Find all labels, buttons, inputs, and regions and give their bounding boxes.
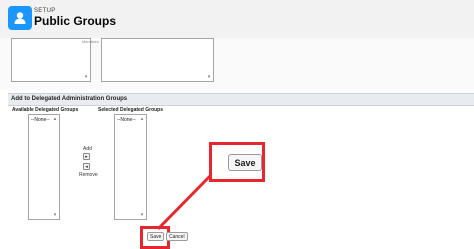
scroll-down-icon[interactable]: ▾ [206,74,212,80]
page-title: Public Groups [34,14,117,28]
section-title: Add to Delegated Administration Groups [11,96,128,102]
scroll-down-icon[interactable]: ▾ [52,212,58,218]
save-button[interactable]: Save [147,232,165,241]
selected-groups-label: Selected Delegated Groups [98,107,164,113]
remove-label: Remove [79,172,98,178]
members-selected-list[interactable]: ▾ [101,38,214,82]
list-item[interactable]: --None-- [31,117,50,123]
page-header: SETUP Public Groups [0,0,474,39]
delegated-section-header: Add to Delegated Administration Groups [8,93,474,106]
members-available-list[interactable]: ▾ [11,38,91,82]
members-label: Members [82,39,99,44]
user-icon [8,6,32,30]
scroll-down-icon[interactable]: ▾ [83,74,89,80]
add-arrow-button[interactable]: ▸ [83,153,90,160]
cancel-button[interactable]: Cancel [166,232,188,241]
remove-arrow-button[interactable]: ◂ [83,163,90,170]
selected-groups-list[interactable]: --None-- ▴ ▾ [114,114,147,220]
scroll-up-icon[interactable]: ▴ [139,116,145,122]
available-groups-label: Available Delegated Groups [12,107,79,113]
scroll-up-icon[interactable]: ▴ [52,116,58,122]
list-item[interactable]: --None-- [117,117,136,123]
callout-save-button: Save [228,154,262,171]
available-groups-list[interactable]: --None-- ▴ ▾ [28,114,60,220]
members-area: ▾ Members ▾ [0,38,474,90]
save-callout: Save [209,142,265,182]
scroll-down-icon[interactable]: ▾ [139,212,145,218]
add-label: Add [83,146,92,152]
